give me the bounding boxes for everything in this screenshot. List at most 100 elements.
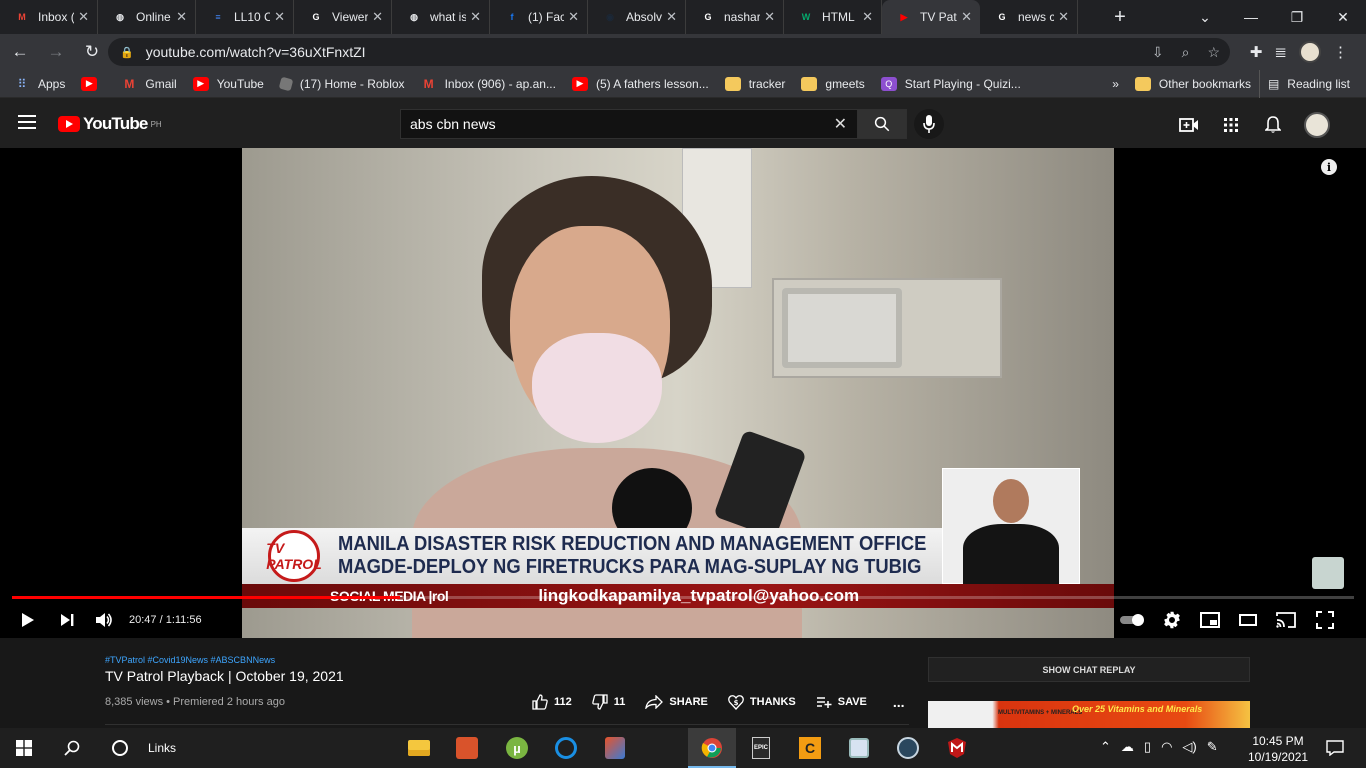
- bookmark-item[interactable]: Q Start Playing - Quizi...: [873, 70, 1029, 98]
- battery-icon[interactable]: ▯: [1144, 739, 1151, 755]
- browser-tab[interactable]: f (1) Fac ✕: [490, 0, 588, 34]
- create-video-icon[interactable]: [1178, 114, 1200, 136]
- play-icon[interactable]: [15, 607, 41, 633]
- new-tab-button[interactable]: +: [1100, 0, 1140, 34]
- epic-games-icon[interactable]: EPIC: [748, 735, 774, 761]
- paint-3d-icon[interactable]: [602, 735, 628, 761]
- tab-search-icon[interactable]: ⌄: [1182, 0, 1228, 34]
- show-hidden-icons[interactable]: ⌃: [1100, 739, 1111, 755]
- close-tab-icon[interactable]: ✕: [764, 9, 775, 25]
- install-app-icon[interactable]: ⇩: [1152, 44, 1164, 61]
- voice-search-button[interactable]: [914, 109, 944, 139]
- bookmark-item[interactable]: ▶ YouTube: [185, 70, 272, 98]
- fullscreen-icon[interactable]: [1312, 607, 1338, 633]
- search-input[interactable]: abs cbn news ✕: [400, 109, 858, 139]
- other-bookmarks[interactable]: Other bookmarks: [1127, 70, 1259, 98]
- browser-tab[interactable]: Gnashar ✕: [686, 0, 784, 34]
- reading-list[interactable]: ▤ Reading list: [1258, 69, 1358, 98]
- volume-tray-icon[interactable]: ◁): [1182, 739, 1196, 755]
- bookmark-item[interactable]: gmeets: [793, 70, 872, 98]
- apps-grid-icon[interactable]: [1220, 114, 1242, 136]
- bookmarks-overflow-button[interactable]: »: [1104, 70, 1127, 98]
- ubisoft-icon[interactable]: [553, 735, 579, 761]
- close-window-button[interactable]: ✕: [1320, 0, 1366, 34]
- reload-icon[interactable]: ↻: [76, 36, 108, 68]
- close-tab-icon[interactable]: ✕: [78, 9, 89, 25]
- crunchyroll-icon[interactable]: C: [797, 735, 823, 761]
- hashtags[interactable]: #TVPatrol #Covid19News #ABSCBNNews: [105, 655, 275, 665]
- menu-icon[interactable]: [18, 115, 36, 129]
- search-icon[interactable]: [59, 735, 85, 761]
- more-actions-button[interactable]: ...: [893, 694, 905, 710]
- show-chat-replay-button[interactable]: SHOW CHAT REPLAY: [928, 657, 1250, 682]
- sidebar-ad[interactable]: MULTIVITAMINS + MINERALS Over 25 Vitamin…: [928, 701, 1250, 728]
- close-tab-icon[interactable]: ✕: [274, 9, 285, 25]
- notification-center-icon[interactable]: [1322, 735, 1348, 761]
- thanks-button[interactable]: $ THANKS: [728, 694, 796, 710]
- mcafee-icon[interactable]: [944, 735, 970, 761]
- clear-search-icon[interactable]: ✕: [834, 114, 847, 134]
- utorrent-icon[interactable]: µ: [504, 735, 530, 761]
- chrome-icon[interactable]: [699, 735, 725, 761]
- search-button[interactable]: [857, 109, 907, 139]
- bookmark-star-icon[interactable]: ☆: [1207, 44, 1220, 61]
- profile-avatar[interactable]: [1299, 41, 1321, 63]
- settings-gear-icon[interactable]: [1159, 607, 1185, 633]
- browser-tab[interactable]: ◍ what is ✕: [392, 0, 490, 34]
- user-avatar[interactable]: [1304, 112, 1330, 138]
- back-icon[interactable]: ←: [4, 36, 36, 68]
- close-tab-icon[interactable]: ✕: [666, 9, 677, 25]
- close-tab-icon[interactable]: ✕: [372, 9, 383, 25]
- browser-tab[interactable]: ≡ LL10 C ✕: [196, 0, 294, 34]
- bookmark-item[interactable]: ⠿ Apps: [6, 70, 73, 98]
- browser-tab[interactable]: Gnews c ✕: [980, 0, 1078, 34]
- bookmark-item[interactable]: (17) Home - Roblox: [272, 70, 413, 98]
- taskbar-clock[interactable]: 10:45 PM 10/19/2021: [1248, 733, 1308, 765]
- cortana-icon[interactable]: [107, 735, 133, 761]
- progress-bar[interactable]: [12, 596, 1354, 599]
- viewer-app-icon[interactable]: [846, 735, 872, 761]
- browser-tab[interactable]: ◉ Absolv ✕: [588, 0, 686, 34]
- links-toolbar[interactable]: Links: [148, 741, 176, 755]
- video-player[interactable]: TV PATROL MANILA DISASTER RISK REDUCTION…: [0, 148, 1366, 638]
- bookmark-item[interactable]: ▶ (5) A fathers lesson...: [564, 70, 717, 98]
- address-bar[interactable]: 🔒 youtube.com/watch?v=36uXtFnxtZI ⇩ ⌕ ☆: [108, 38, 1230, 66]
- forward-icon[interactable]: →: [40, 36, 72, 68]
- steam-icon[interactable]: [895, 735, 921, 761]
- media-control-icon[interactable]: ≣: [1274, 43, 1287, 61]
- close-tab-icon[interactable]: ✕: [568, 9, 579, 25]
- chrome-menu-icon[interactable]: ⋮: [1333, 43, 1348, 61]
- close-tab-icon[interactable]: ✕: [176, 9, 187, 25]
- channel-watermark[interactable]: [1312, 557, 1344, 589]
- notifications-bell-icon[interactable]: [1262, 114, 1284, 136]
- bookmark-item[interactable]: ▶: [73, 70, 113, 98]
- browser-tab[interactable]: ▶ TV Pat ✕: [882, 0, 980, 34]
- restore-button[interactable]: ❐: [1274, 0, 1320, 34]
- onedrive-icon[interactable]: ☁: [1121, 739, 1134, 755]
- zoom-icon[interactable]: ⌕: [1182, 44, 1190, 61]
- browser-tab[interactable]: W HTML ✕: [784, 0, 882, 34]
- file-explorer-icon[interactable]: [406, 735, 432, 761]
- pen-icon[interactable]: ✎: [1207, 739, 1218, 755]
- browser-tab[interactable]: M Inbox (✕: [0, 0, 98, 34]
- close-tab-icon[interactable]: ✕: [470, 9, 481, 25]
- save-button[interactable]: SAVE: [816, 695, 867, 709]
- wifi-icon[interactable]: ◠: [1161, 739, 1172, 755]
- youtube-logo[interactable]: YouTube PH: [58, 114, 162, 134]
- browser-tab[interactable]: G Viewer ✕: [294, 0, 392, 34]
- bookmark-item[interactable]: tracker: [717, 70, 794, 98]
- volume-icon[interactable]: [91, 607, 117, 633]
- like-button[interactable]: 112: [532, 694, 572, 710]
- windows-start-icon[interactable]: [11, 735, 37, 761]
- browser-tab[interactable]: ◍ Online ✕: [98, 0, 196, 34]
- theater-mode-icon[interactable]: [1235, 607, 1261, 633]
- next-video-icon[interactable]: [54, 607, 80, 633]
- close-tab-icon[interactable]: ✕: [862, 9, 873, 25]
- video-frame[interactable]: TV PATROL MANILA DISASTER RISK REDUCTION…: [242, 148, 1114, 638]
- minimize-button[interactable]: —: [1228, 0, 1274, 34]
- bookmark-item[interactable]: M Gmail: [113, 70, 184, 98]
- close-tab-icon[interactable]: ✕: [961, 9, 972, 25]
- cast-icon[interactable]: [1273, 607, 1299, 633]
- bookmark-item[interactable]: M Inbox (906) - ap.an...: [413, 70, 564, 98]
- autoplay-toggle[interactable]: [1117, 607, 1147, 633]
